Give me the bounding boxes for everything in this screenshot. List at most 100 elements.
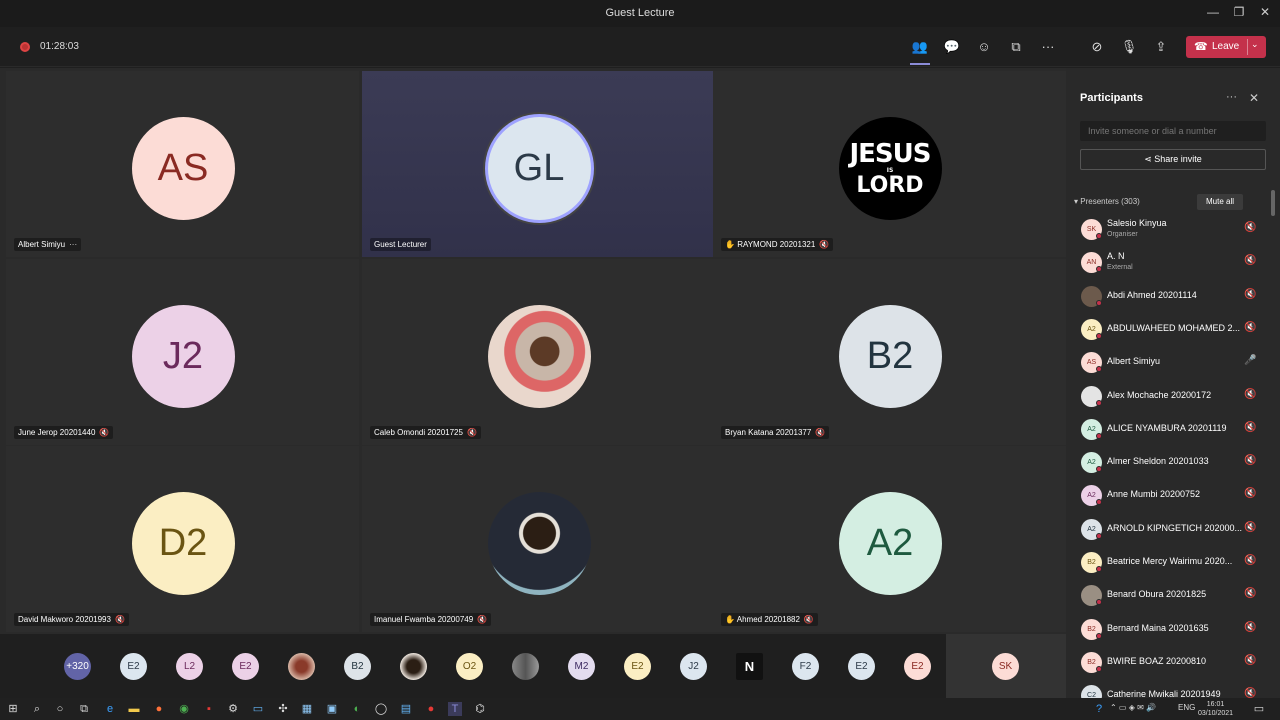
chrome-icon[interactable]: ◉: [177, 702, 191, 716]
mic-muted-icon[interactable]: 🔇: [1244, 488, 1256, 499]
avatar-chip[interactable]: J2: [680, 653, 707, 680]
tray-icons[interactable]: ⌃ ▭ ◈ ✉ 🔊: [1110, 703, 1156, 712]
participants-toggle-icon[interactable]: 👥: [910, 37, 930, 65]
app-icon[interactable]: ✣: [276, 702, 290, 716]
mic-muted-icon[interactable]: 🔇: [1244, 422, 1256, 433]
video-tile[interactable]: A2 ✋ Ahmed 20201882 🔇: [713, 446, 1066, 632]
chevron-down-icon[interactable]: ⌄: [1251, 39, 1259, 50]
maximize-button[interactable]: ❐: [1230, 5, 1248, 19]
leave-button[interactable]: ☎ Leave ⌄: [1186, 36, 1266, 58]
avatar-chip[interactable]: E2: [624, 653, 651, 680]
video-tile[interactable]: B2 Bryan Katana 20201377 🔇: [713, 259, 1066, 445]
edge-icon[interactable]: e: [103, 702, 117, 716]
presenters-section-header[interactable]: ▾ Presenters (303): [1074, 197, 1140, 206]
participant-row[interactable]: A2 Anne Mumbi 20200752 🔇: [1066, 479, 1272, 512]
participant-row[interactable]: C2 Catherine Mwikali 20201949 🔇: [1066, 679, 1272, 698]
self-view[interactable]: SK: [946, 634, 1066, 698]
avatar-chip[interactable]: E2: [848, 653, 875, 680]
mic-muted-icon[interactable]: 🔇: [1244, 688, 1256, 698]
video-tile[interactable]: J2 June Jerop 20201440 🔇: [6, 259, 359, 445]
participant-row[interactable]: AS Albert Simiyu 🎤: [1066, 346, 1272, 379]
participant-row[interactable]: A2 ALICE NYAMBURA 20201119 🔇: [1066, 413, 1272, 446]
search-icon[interactable]: ⌕: [30, 702, 44, 716]
video-tile[interactable]: Imanuel Fwamba 20200749 🔇: [362, 446, 715, 632]
video-tile[interactable]: AS Albert Simiyu ···: [6, 71, 359, 257]
calculator-icon[interactable]: ▦: [300, 702, 314, 716]
avatar-chip[interactable]: M2: [568, 653, 595, 680]
app-icon[interactable]: ◯: [374, 702, 388, 716]
notifications-icon[interactable]: ▭: [1252, 702, 1266, 716]
app-icon[interactable]: ◐: [350, 702, 364, 716]
task-view-icon[interactable]: ⧉: [77, 702, 91, 716]
avatar-chip[interactable]: L2: [176, 653, 203, 680]
mic-muted-icon[interactable]: 🔇: [1244, 622, 1256, 633]
app-icon[interactable]: ⌬: [473, 702, 487, 716]
avatar-chip[interactable]: B2: [344, 653, 371, 680]
teams-icon[interactable]: T: [448, 702, 462, 716]
participant-row[interactable]: B2 Beatrice Mercy Wairimu 2020... 🔇: [1066, 546, 1272, 579]
close-window-button[interactable]: ✕: [1256, 5, 1274, 19]
participant-row[interactable]: Benard Obura 20201825 🔇: [1066, 579, 1272, 612]
firefox-icon[interactable]: ●: [152, 702, 166, 716]
minimize-button[interactable]: —: [1204, 5, 1222, 19]
invite-input[interactable]: [1080, 121, 1266, 141]
mic-muted-icon[interactable]: 🔇: [1244, 222, 1256, 233]
chat-icon[interactable]: 💬: [942, 37, 962, 57]
mic-off-icon[interactable]: 🎙: [1119, 37, 1139, 57]
mic-muted-icon[interactable]: 🔇: [1244, 289, 1256, 300]
mic-muted-icon[interactable]: 🔇: [1244, 455, 1256, 466]
participant-row[interactable]: A2 ARNOLD KIPNGETICH 202000... 🔇: [1066, 513, 1272, 546]
camera-off-icon[interactable]: ⊘: [1087, 37, 1107, 57]
participant-row[interactable]: SK Salesio Kinyua Organiser 🔇: [1066, 213, 1272, 246]
cortana-icon[interactable]: ○: [53, 702, 67, 716]
mic-muted-icon[interactable]: 🔇: [1244, 389, 1256, 400]
avatar-chip[interactable]: O2: [456, 653, 483, 680]
avatar-chip[interactable]: N: [736, 653, 763, 680]
avatar-photo-chip[interactable]: [512, 653, 539, 680]
video-tile-speaking[interactable]: GL Guest Lecturer: [362, 71, 715, 257]
app-icon[interactable]: ●: [424, 702, 438, 716]
participant-row[interactable]: AN A. N External 🔇: [1066, 246, 1272, 279]
video-tile[interactable]: D2 David Makworo 20201993 🔇: [6, 446, 359, 632]
mic-on-icon[interactable]: 🎤: [1244, 355, 1256, 366]
reactions-icon[interactable]: ☺: [974, 37, 994, 57]
avatar-photo-chip[interactable]: [400, 653, 427, 680]
overflow-count[interactable]: +320: [64, 653, 91, 680]
mic-muted-icon[interactable]: 🔇: [1244, 255, 1256, 266]
file-explorer-icon[interactable]: ▬: [127, 702, 141, 716]
mic-muted-icon[interactable]: 🔇: [1244, 655, 1256, 666]
language-indicator[interactable]: ENG: [1178, 703, 1195, 712]
avatar-chip[interactable]: F2: [792, 653, 819, 680]
share-invite-button[interactable]: ⋖ Share invite: [1080, 149, 1266, 170]
participant-row[interactable]: B2 BWIRE BOAZ 20200810 🔇: [1066, 646, 1272, 679]
mute-all-button[interactable]: Mute all: [1197, 194, 1243, 210]
avatar-photo-chip[interactable]: [288, 653, 315, 680]
share-screen-icon[interactable]: ⇪: [1151, 37, 1171, 57]
app-icon[interactable]: ▭: [251, 702, 265, 716]
avatar-chip[interactable]: E2: [904, 653, 931, 680]
participant-row[interactable]: A2 ABDULWAHEED MOHAMED 2... 🔇: [1066, 313, 1272, 346]
mic-muted-icon[interactable]: 🔇: [1244, 588, 1256, 599]
participant-row[interactable]: Abdi Ahmed 20201114 🔇: [1066, 280, 1272, 313]
mic-muted-icon[interactable]: 🔇: [1244, 555, 1256, 566]
participant-row[interactable]: B2 Bernard Maina 20201635 🔇: [1066, 613, 1272, 646]
word-icon[interactable]: ▤: [399, 702, 413, 716]
start-icon[interactable]: ⊞: [6, 702, 20, 716]
panel-more-icon[interactable]: ···: [1226, 91, 1237, 103]
settings-icon[interactable]: ⚙: [226, 702, 240, 716]
mic-muted-icon[interactable]: 🔇: [1244, 322, 1256, 333]
app-icon[interactable]: ▪: [202, 702, 216, 716]
help-icon[interactable]: ?: [1092, 702, 1106, 716]
clock[interactable]: 16:01 03/10/2021: [1198, 700, 1233, 718]
video-tile[interactable]: JESUS IS LORD ✋ RAYMOND 20201321 🔇: [713, 71, 1066, 257]
video-tile[interactable]: Caleb Omondi 20201725 🔇: [362, 259, 715, 445]
mic-muted-icon[interactable]: 🔇: [1244, 522, 1256, 533]
participant-row[interactable]: A2 Almer Sheldon 20201033 🔇: [1066, 446, 1272, 479]
app-icon[interactable]: ▣: [325, 702, 339, 716]
rooms-icon[interactable]: ⧉: [1006, 37, 1026, 57]
panel-close-icon[interactable]: ✕: [1249, 91, 1259, 105]
avatar-chip[interactable]: E2: [120, 653, 147, 680]
participant-row[interactable]: Alex Mochache 20200172 🔇: [1066, 380, 1272, 413]
avatar-chip[interactable]: E2: [232, 653, 259, 680]
more-options-icon[interactable]: ···: [69, 240, 77, 249]
